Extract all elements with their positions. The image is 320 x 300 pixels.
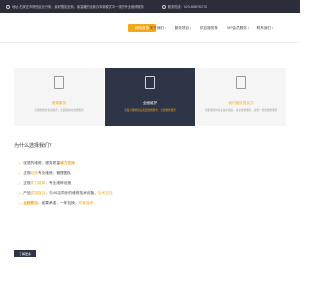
card-title: 我们团队的实力 [228, 101, 254, 105]
main-navigation: 网站首页 关于我们 ▾ 服务项目 ▾ 供应服务条 VIP会员服务 ▾ 联系我们 ▾ [0, 13, 300, 43]
list-item: ✓ 优质的维修，服务质量 维力支持 [18, 160, 75, 166]
check-icon: ✓ [18, 180, 22, 186]
check-icon: ✓ [18, 200, 22, 206]
check-icon: ✓ [18, 160, 22, 166]
nav-item-contact[interactable]: 联系我们 ▾ [254, 24, 276, 32]
list-item: ✓ 正规 实力雄厚 ，专业维修设施 [18, 180, 72, 186]
card-description: 全面对维修的完善及维修服务，全面维修服务 [124, 109, 176, 112]
service-card-maintenance[interactable]: 全面维护 全面对维修的完善及维修服务，全面维修服务 [105, 68, 195, 126]
document-icon [236, 76, 246, 89]
card-description: 全面维修的专业服务，全面维护的维修服务 [34, 109, 84, 112]
document-icon [54, 76, 64, 89]
location-icon [6, 5, 10, 9]
nav-item-services[interactable]: 服务项目 ▾ [172, 24, 194, 32]
list-item: ✓ 正规 经验 专业维修，管理团队 [18, 170, 72, 176]
learn-more-button[interactable]: 了解更多 [14, 250, 36, 257]
phone-text: 服务热线：029-88876270 [161, 4, 207, 9]
service-cards: 常规服务 全面维修的专业服务，全面维护的维修服务 全面维护 全面对维修的完善及维… [14, 68, 286, 126]
nav-item-about[interactable]: 关于我们 ▾ [148, 24, 168, 32]
service-card-regular[interactable]: 常规服务 全面维修的专业服务，全面维护的维修服务 [14, 68, 104, 126]
card-title: 常规服务 [51, 101, 67, 105]
section-title: 为什么选择我们？ [14, 143, 55, 149]
phone-icon [161, 5, 166, 9]
chevron-down-icon: ▾ [272, 26, 274, 30]
service-card-team[interactable]: 我们团队的实力 全面维修的专业技术团队，专业维修服务，提供一流的维修服务 [196, 68, 286, 126]
card-description: 全面维修的专业技术团队，专业维修服务，提供一流的维修服务 [204, 109, 278, 112]
address-text: 地址:石家庄市桥西区长兴街，最好国如全街，最温暖的全新办事新模式中一流的专业维修… [6, 4, 144, 9]
chevron-down-icon: ▾ [190, 26, 192, 30]
chevron-down-icon: ▾ [165, 26, 167, 30]
list-item: ✓ 产品 质量保证 ，与4S店同步的维修技术设备， 技术支持 [18, 190, 113, 196]
nav-item-supply[interactable]: 供应服务条 [198, 24, 220, 32]
top-info-bar: 地址:石家庄市桥西区长兴街，最好国如全街，最温暖的全新办事新模式中一流的专业维修… [0, 0, 300, 13]
check-icon: ✓ [18, 170, 22, 176]
nav-item-vip[interactable]: VIP会员服务 ▾ [224, 24, 252, 32]
document-icon [145, 76, 155, 89]
card-title: 全面维护 [142, 101, 158, 105]
chevron-down-icon: ▾ [247, 26, 250, 30]
check-icon: ✓ [18, 190, 22, 196]
list-item: ✓ 全程售后 ，如果承诺，一年包换， 终身保修 [18, 200, 94, 206]
